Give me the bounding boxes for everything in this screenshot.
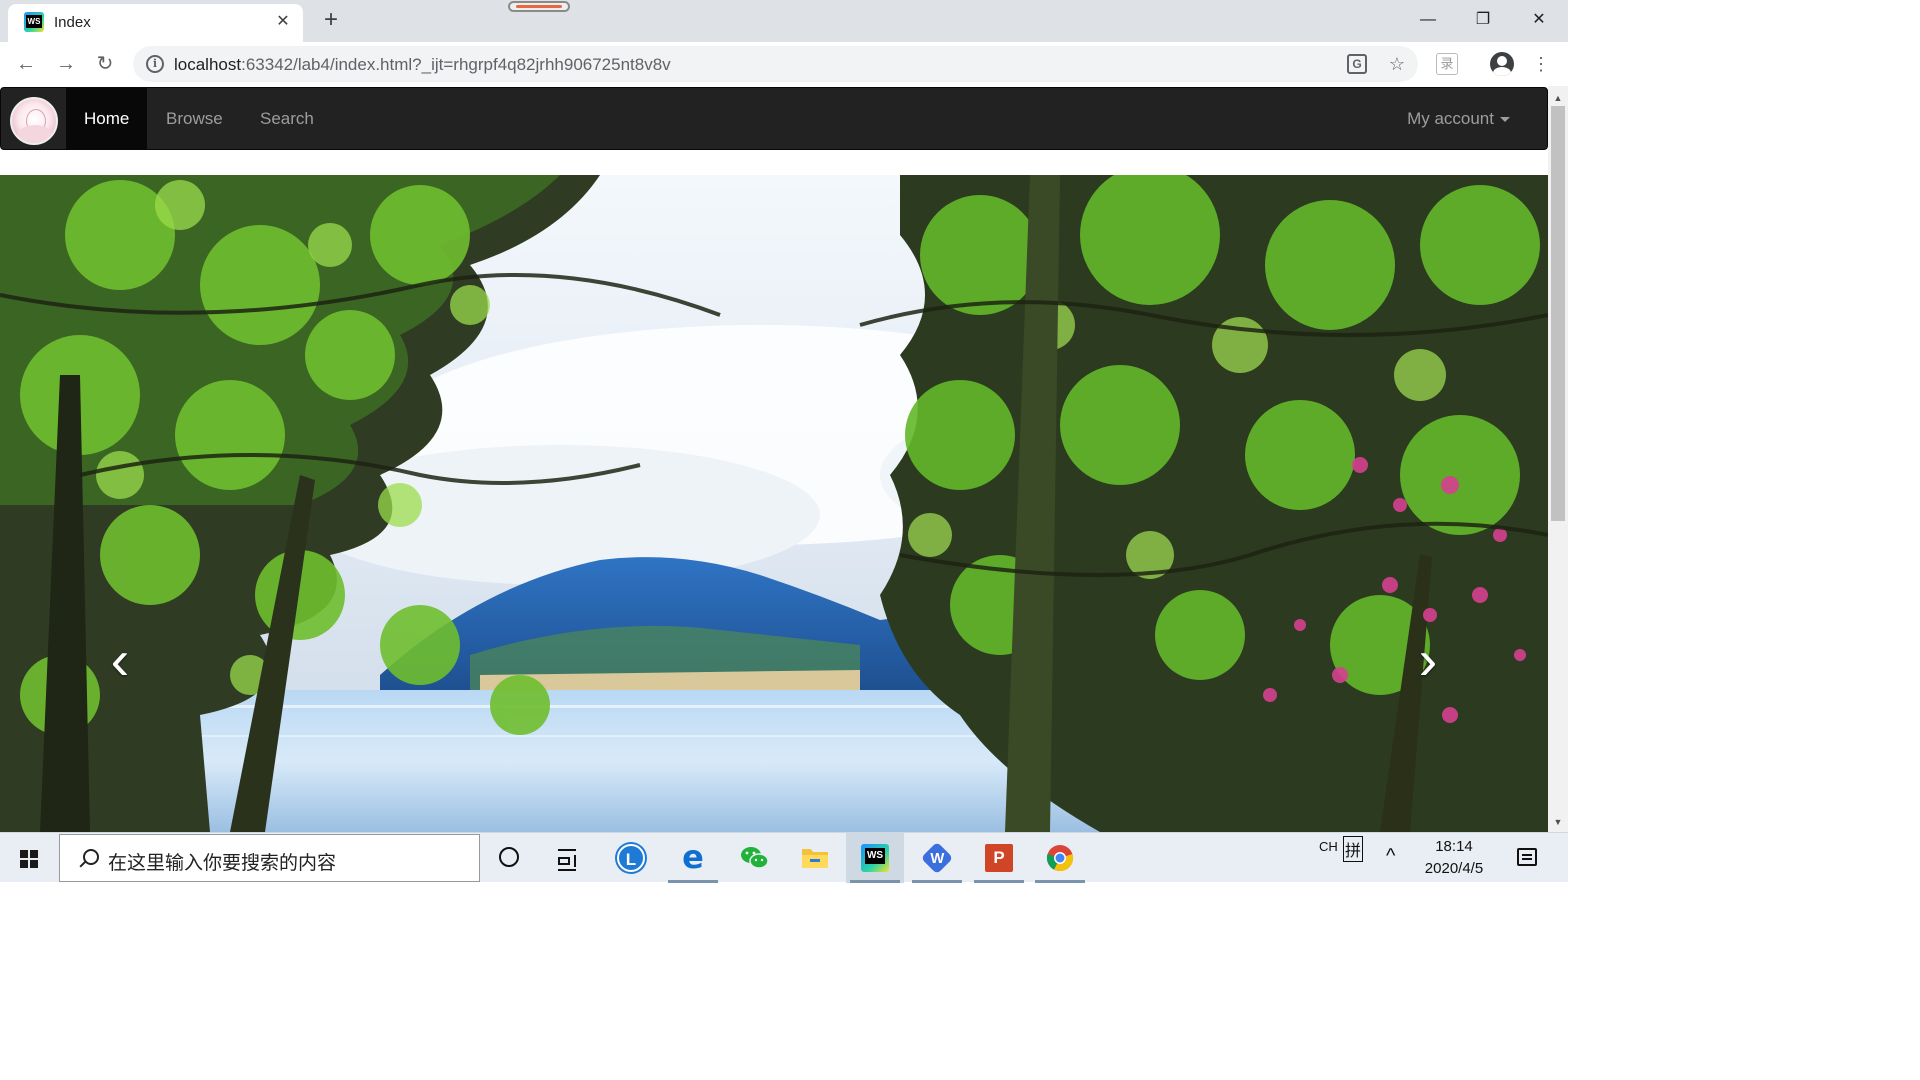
- address-bar[interactable]: i localhost:63342/lab4/index.html?_ijt=r…: [133, 46, 1418, 82]
- nav-search[interactable]: Search: [242, 88, 332, 149]
- wechat-app-icon[interactable]: [725, 833, 783, 883]
- nav-browse[interactable]: Browse: [148, 88, 241, 149]
- scroll-down-arrow-icon[interactable]: ▼: [1548, 814, 1568, 830]
- wps-icon-label: W: [930, 849, 944, 867]
- powerpoint-icon: P: [985, 844, 1013, 872]
- tray-chevron-icon[interactable]: ^: [1386, 845, 1395, 868]
- input-language[interactable]: CH: [1319, 839, 1338, 854]
- ime-indicator[interactable]: 拼: [1343, 836, 1364, 862]
- scroll-thumb[interactable]: [1551, 106, 1565, 521]
- wps-app-icon[interactable]: W: [908, 833, 966, 883]
- browser-tab-strip: Index ✕ + — ❐ ✕: [0, 0, 1568, 42]
- extension-icon[interactable]: 录: [1436, 53, 1458, 75]
- file-explorer-app-icon[interactable]: [786, 833, 844, 883]
- powerpoint-app-icon[interactable]: P: [970, 833, 1028, 883]
- site-navbar: Home Browse Search My account: [0, 87, 1548, 150]
- tab-close-icon[interactable]: ✕: [273, 12, 293, 32]
- site-info-icon[interactable]: i: [146, 55, 164, 73]
- search-icon: [76, 847, 100, 871]
- lync-icon: L: [617, 844, 645, 872]
- start-button[interactable]: [0, 833, 58, 883]
- browser-toolbar: ← → ↻ i localhost:63342/lab4/index.html?…: [0, 42, 1568, 86]
- page-viewport: Home Browse Search My account ‹ › ▲ ▼: [0, 86, 1568, 832]
- wechat-icon: [740, 844, 769, 872]
- new-tab-button[interactable]: +: [318, 7, 344, 33]
- carousel-next-chevron-icon[interactable]: ›: [1408, 630, 1448, 690]
- brand-logo-avatar[interactable]: [10, 97, 58, 145]
- taskbar-search-box[interactable]: 在这里输入你要搜索的内容: [59, 834, 480, 882]
- wps-icon: W: [920, 841, 954, 875]
- forward-button[interactable]: →: [52, 51, 80, 77]
- windows-taskbar: 在这里输入你要搜索的内容 L e WS W P CH 拼 ^ 18:14 202…: [0, 832, 1568, 883]
- browser-tab-index[interactable]: Index ✕: [8, 4, 303, 42]
- browser-menu-icon[interactable]: ⋮: [1528, 51, 1554, 77]
- window-drag-indicator: [508, 1, 570, 12]
- clock-time[interactable]: 18:14: [1418, 838, 1490, 855]
- image-carousel: ‹ ›: [0, 175, 1548, 832]
- nav-home[interactable]: Home: [66, 88, 148, 149]
- url-text[interactable]: localhost:63342/lab4/index.html?_ijt=rhg…: [174, 55, 671, 75]
- edge-icon: e: [682, 838, 704, 876]
- lync-app-icon[interactable]: L: [602, 833, 660, 883]
- restore-button[interactable]: ❐: [1460, 6, 1506, 34]
- clock-date[interactable]: 2020/4/5: [1410, 860, 1498, 877]
- back-button[interactable]: ←: [12, 51, 40, 77]
- url-path: :63342/lab4/index.html?_ijt=rhgrpf4q82jr…: [241, 55, 671, 74]
- bookmark-star-icon[interactable]: ☆: [1386, 53, 1408, 75]
- scroll-up-arrow-icon[interactable]: ▲: [1548, 90, 1568, 106]
- caret-down-icon: [1500, 117, 1510, 123]
- webstorm-icon: WS: [861, 844, 889, 872]
- my-account-dropdown[interactable]: My account: [1407, 88, 1510, 149]
- tab-title: Index: [54, 14, 91, 31]
- cortana-icon[interactable]: [499, 847, 519, 867]
- folder-icon: [801, 844, 829, 872]
- my-account-label: My account: [1407, 109, 1494, 128]
- task-view-icon[interactable]: [538, 833, 596, 883]
- chrome-app-icon[interactable]: [1031, 833, 1089, 883]
- minimize-button[interactable]: —: [1405, 6, 1451, 34]
- translate-icon[interactable]: G: [1347, 54, 1367, 74]
- webstorm-app-icon[interactable]: WS: [846, 833, 904, 883]
- carousel-slide-image: [0, 175, 1548, 832]
- url-host: localhost: [174, 55, 242, 74]
- close-window-button[interactable]: ✕: [1516, 6, 1562, 34]
- edge-app-icon[interactable]: e: [664, 833, 722, 883]
- reload-button[interactable]: ↻: [91, 51, 119, 77]
- chrome-icon: [1046, 844, 1074, 872]
- webstorm-favicon-icon: [24, 12, 44, 32]
- webstorm-icon-label: WS: [865, 848, 885, 864]
- profile-avatar-icon[interactable]: [1490, 52, 1514, 76]
- carousel-prev-chevron-icon[interactable]: ‹: [100, 630, 140, 690]
- notification-center-icon[interactable]: [1517, 848, 1537, 866]
- page-scrollbar[interactable]: ▲ ▼: [1548, 86, 1568, 832]
- taskbar-search-placeholder: 在这里输入你要搜索的内容: [108, 853, 337, 874]
